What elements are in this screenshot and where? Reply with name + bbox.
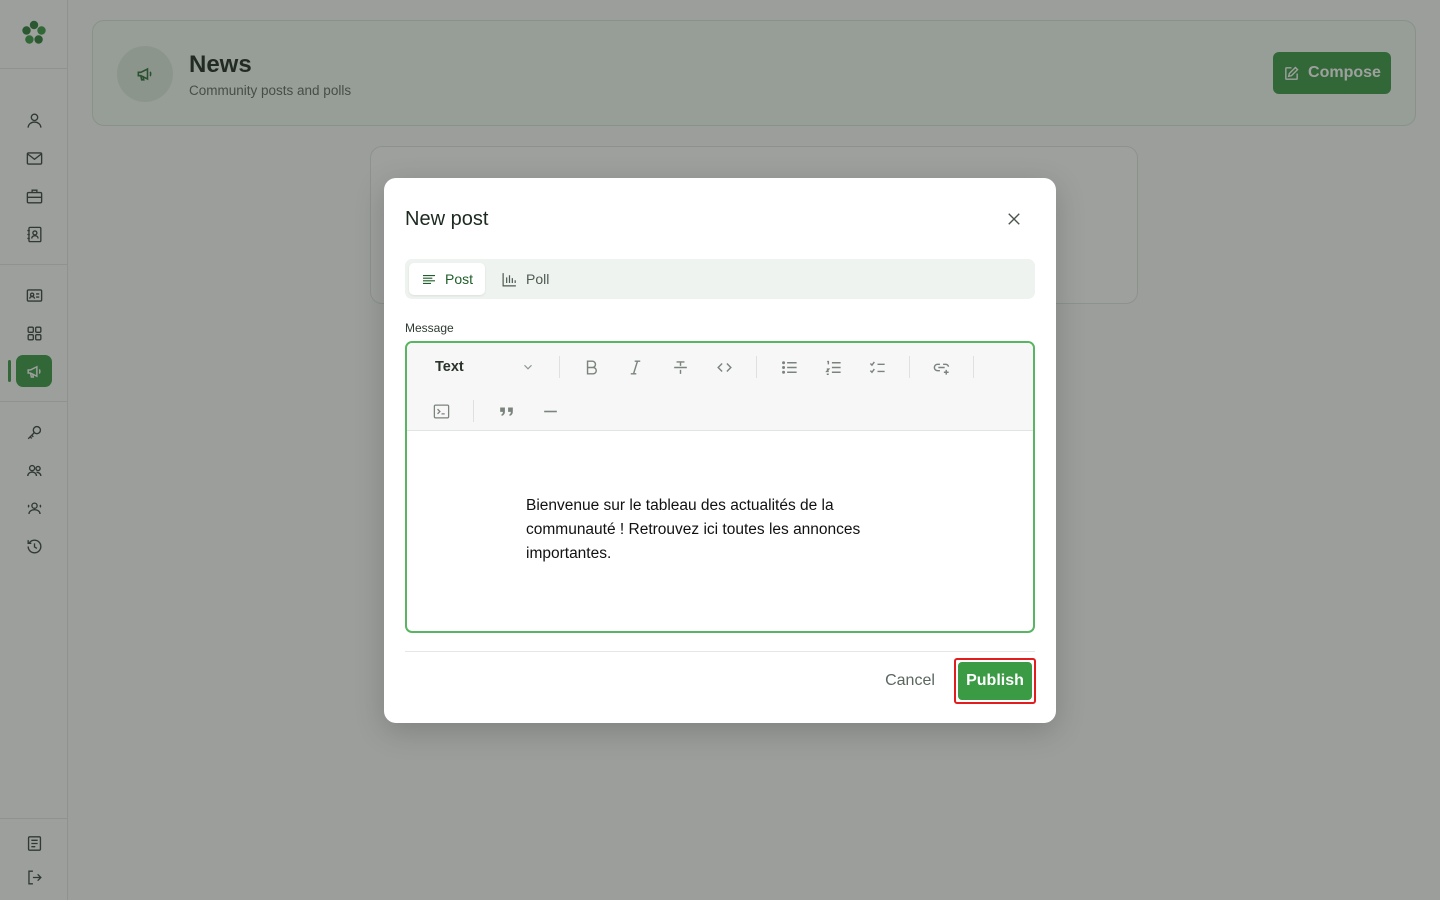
publish-button-label: Publish xyxy=(958,662,1032,700)
block-type-select[interactable]: Text xyxy=(435,355,535,379)
toolbar-separator xyxy=(756,356,757,378)
message-editor[interactable]: Text Bienvenue sur le tableau des actual… xyxy=(405,341,1035,633)
dialog-footer-divider xyxy=(405,651,1035,652)
tab-poll-label: Poll xyxy=(526,271,550,287)
italic-icon[interactable] xyxy=(622,354,648,380)
message-content[interactable]: Bienvenue sur le tableau des actualités … xyxy=(526,494,906,566)
tab-post-label: Post xyxy=(444,271,473,287)
publish-button[interactable]: Publish xyxy=(954,658,1036,704)
toolbar-separator xyxy=(973,356,974,378)
bar-chart-icon xyxy=(502,272,516,286)
numbered-list-icon[interactable] xyxy=(820,354,846,380)
checklist-icon[interactable] xyxy=(864,354,890,380)
editor-toolbar: Text xyxy=(407,343,1033,431)
chevron-down-icon xyxy=(524,364,532,370)
block-type-value: Text xyxy=(435,359,464,375)
post-type-tabs: Post Poll xyxy=(405,259,1035,299)
link-add-icon[interactable] xyxy=(928,354,954,380)
new-post-dialog: New post Post Poll Message Text Bienvenu… xyxy=(384,178,1056,723)
toolbar-separator xyxy=(559,356,560,378)
bold-icon[interactable] xyxy=(578,354,604,380)
text-lines-icon xyxy=(422,274,435,284)
message-label: Message xyxy=(405,321,454,335)
close-icon[interactable] xyxy=(1002,207,1026,231)
tab-poll[interactable]: Poll xyxy=(489,263,561,295)
code-icon[interactable] xyxy=(711,354,737,380)
toolbar-separator xyxy=(909,356,910,378)
toolbar-separator xyxy=(473,400,474,422)
dialog-title: New post xyxy=(405,208,489,230)
code-block-icon[interactable] xyxy=(428,398,454,424)
horizontal-rule-icon[interactable] xyxy=(537,398,563,424)
cancel-button[interactable]: Cancel xyxy=(878,669,942,693)
strikethrough-icon[interactable] xyxy=(667,354,693,380)
tab-post[interactable]: Post xyxy=(409,263,485,295)
quote-icon[interactable] xyxy=(493,398,519,424)
bullet-list-icon[interactable] xyxy=(776,354,802,380)
